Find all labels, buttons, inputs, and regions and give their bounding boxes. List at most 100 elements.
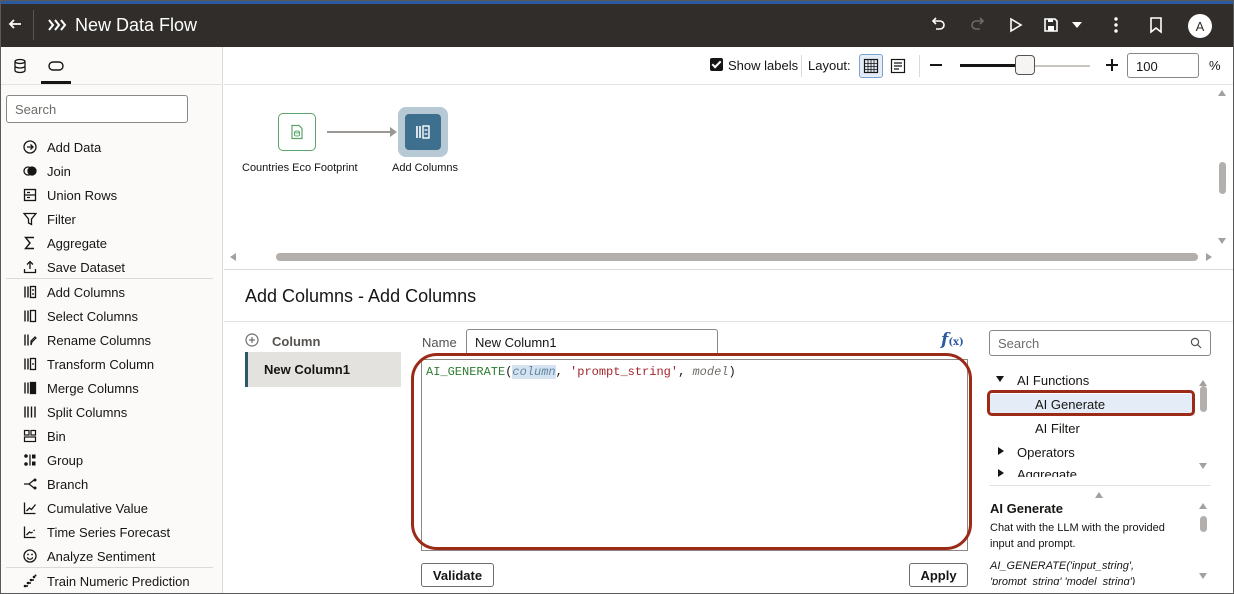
- step-time-series-forecast[interactable]: Time Series Forecast: [1, 520, 223, 544]
- grid-layout-button[interactable]: [859, 54, 883, 78]
- transform-column-icon: [22, 356, 38, 372]
- function-search-input[interactable]: Search: [989, 330, 1211, 356]
- step-aggregate[interactable]: Aggregate: [1, 231, 223, 255]
- validate-button[interactable]: Validate: [421, 563, 494, 587]
- column-list-item[interactable]: New Column1: [245, 352, 401, 387]
- step-union-rows[interactable]: Union Rows: [1, 183, 223, 207]
- help-title: AI Generate: [990, 501, 1063, 516]
- step-select-columns[interactable]: Select Columns: [1, 304, 223, 328]
- step-save-dataset[interactable]: Save Dataset: [1, 255, 223, 279]
- tree-ai-filter[interactable]: AI Filter: [1035, 421, 1080, 436]
- zoom-slider-thumb[interactable]: [1015, 55, 1035, 75]
- step-label: Bin: [47, 429, 66, 444]
- collapse-caret-icon[interactable]: [998, 469, 1004, 477]
- bookmark-icon[interactable]: [1146, 15, 1166, 35]
- avatar[interactable]: A: [1188, 14, 1212, 38]
- scroll-down-icon[interactable]: [1218, 238, 1226, 244]
- steps-divider: [6, 278, 213, 279]
- rename-columns-icon: [22, 332, 38, 348]
- data-flow-canvas[interactable]: Countries Eco Footprint Add Columns: [224, 86, 1233, 268]
- scroll-right-icon[interactable]: [1206, 253, 1212, 261]
- step-add-columns[interactable]: Add Columns: [1, 280, 223, 304]
- run-icon[interactable]: [1005, 15, 1025, 35]
- bin-icon: [22, 428, 38, 444]
- zoom-out-icon[interactable]: [928, 57, 944, 73]
- scroll-down-icon[interactable]: [1199, 573, 1207, 579]
- scroll-up-icon[interactable]: [1218, 90, 1226, 96]
- column-name-input[interactable]: New Column1: [466, 329, 718, 355]
- join-icon: [22, 163, 38, 179]
- step-editor-panel: Add Columns - Add Columns Column New Col…: [224, 269, 1233, 593]
- step-label: Save Dataset: [47, 260, 126, 275]
- name-label: Name: [422, 335, 457, 350]
- add-columns-icon: [405, 114, 441, 150]
- step-label: Train Numeric Prediction: [47, 574, 190, 589]
- step-join[interactable]: Join: [1, 159, 223, 183]
- union-rows-icon: [22, 187, 38, 203]
- database-icon[interactable]: [11, 57, 29, 75]
- step-label: Transform Column: [47, 357, 155, 372]
- layout-label: Layout:: [808, 58, 851, 73]
- function-fx-icon[interactable]: f(x): [941, 330, 967, 350]
- expand-caret-icon[interactable]: [996, 376, 1004, 382]
- apply-button[interactable]: Apply: [909, 563, 968, 587]
- dataset-icon: [291, 124, 303, 140]
- back-arrow-icon[interactable]: [5, 14, 25, 34]
- node-add-columns[interactable]: [398, 107, 448, 157]
- show-labels-label: Show labels: [728, 58, 799, 73]
- steps-icon[interactable]: [47, 57, 65, 75]
- active-tab-indicator: [41, 81, 71, 84]
- add-circle-icon[interactable]: [245, 333, 259, 347]
- node-countries-eco-footprint[interactable]: [278, 113, 316, 151]
- step-label: Merge Columns: [47, 381, 139, 396]
- kebab-menu-icon[interactable]: [1106, 15, 1126, 35]
- add-data-icon: [22, 139, 38, 155]
- step-add-data[interactable]: Add Data: [1, 135, 223, 159]
- step-group[interactable]: Group: [1, 448, 223, 472]
- show-labels-checkbox[interactable]: [710, 58, 723, 71]
- add-column-button[interactable]: Column: [272, 334, 320, 349]
- step-transform-column[interactable]: Transform Column: [1, 352, 223, 376]
- step-train-numeric-prediction[interactable]: Train Numeric Prediction: [1, 569, 223, 593]
- list-layout-button[interactable]: [886, 54, 910, 78]
- scroll-left-icon[interactable]: [230, 253, 236, 261]
- train-numeric-prediction-icon: [22, 573, 38, 589]
- tree-ai-functions[interactable]: AI Functions: [1017, 373, 1089, 388]
- node-label: Countries Eco Footprint: [242, 162, 358, 174]
- zoom-in-icon[interactable]: [1104, 57, 1120, 73]
- column-list-item-label: New Column1: [264, 362, 350, 377]
- scroll-up-icon[interactable]: [1199, 503, 1207, 509]
- filter-icon: [22, 211, 38, 227]
- function-tree-scrollbar[interactable]: [1200, 386, 1207, 412]
- step-label: Add Columns: [47, 285, 126, 300]
- tree-next-partial[interactable]: Aggregate: [1017, 467, 1077, 477]
- collapse-up-icon[interactable]: [1095, 492, 1103, 498]
- step-bin[interactable]: Bin: [1, 424, 223, 448]
- step-filter[interactable]: Filter: [1, 207, 223, 231]
- zoom-input[interactable]: 100: [1127, 53, 1199, 78]
- save-icon[interactable]: [1041, 15, 1061, 35]
- vertical-scrollbar[interactable]: [1219, 162, 1226, 194]
- page-title: New Data Flow: [75, 15, 198, 35]
- step-branch[interactable]: Branch: [1, 472, 223, 496]
- step-merge-columns[interactable]: Merge Columns: [1, 376, 223, 400]
- step-editor-title: Add Columns - Add Columns: [245, 286, 477, 306]
- horizontal-scrollbar[interactable]: [276, 253, 1198, 261]
- collapse-caret-icon[interactable]: [998, 447, 1004, 455]
- step-label: Filter: [47, 212, 76, 227]
- redo-icon[interactable]: [968, 15, 988, 35]
- undo-icon[interactable]: [928, 15, 948, 35]
- step-rename-columns[interactable]: Rename Columns: [1, 328, 223, 352]
- step-split-columns[interactable]: Split Columns: [1, 400, 223, 424]
- tree-operators[interactable]: Operators: [1017, 445, 1075, 460]
- time-series-forecast-icon: [22, 524, 38, 540]
- chevron-down-icon[interactable]: [1067, 15, 1087, 35]
- search-icon[interactable]: [1190, 337, 1202, 349]
- step-analyze-sentiment[interactable]: Analyze Sentiment: [1, 544, 223, 568]
- step-cumulative-value[interactable]: Cumulative Value: [1, 496, 223, 520]
- scroll-down-icon[interactable]: [1199, 463, 1207, 469]
- step-label: Cumulative Value: [47, 501, 148, 516]
- steps-search-input[interactable]: Search: [6, 95, 188, 123]
- step-label: Group: [47, 453, 84, 468]
- help-scrollbar[interactable]: [1200, 516, 1207, 532]
